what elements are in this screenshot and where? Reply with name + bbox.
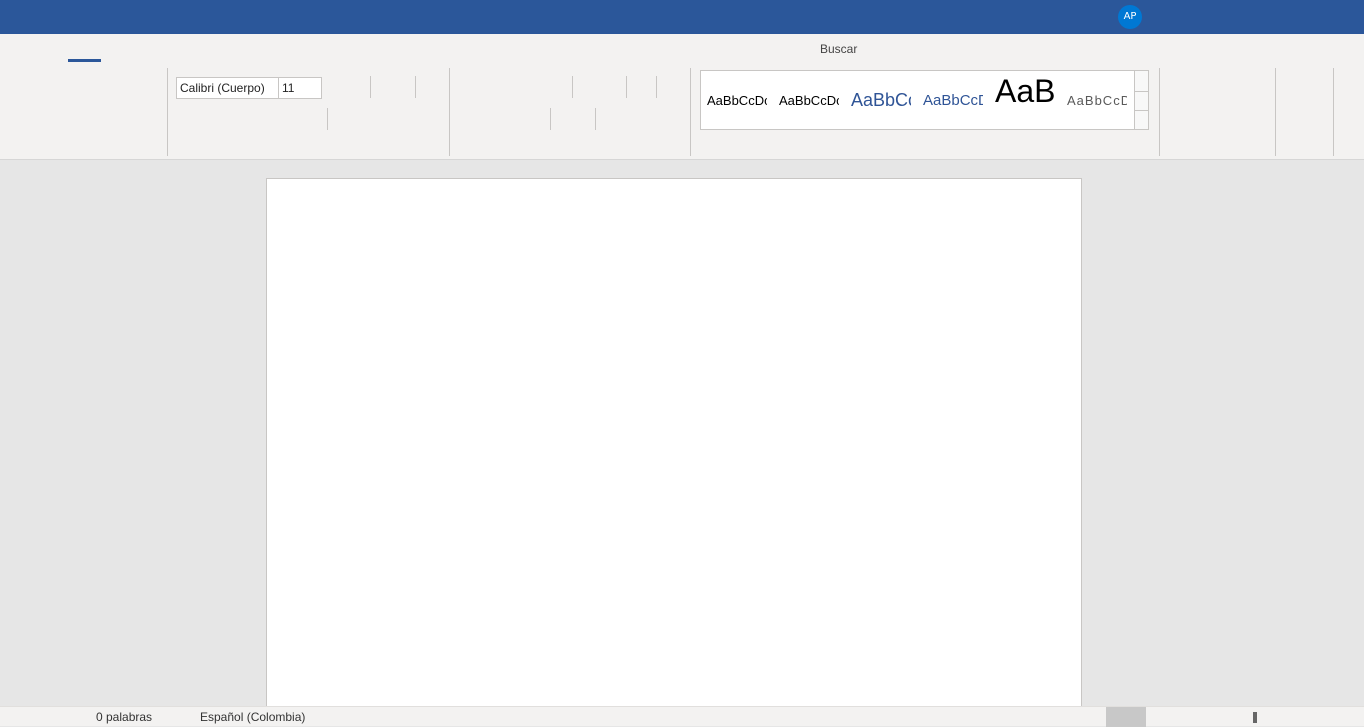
gallery-expand[interactable] bbox=[1134, 110, 1148, 129]
button-separator bbox=[626, 76, 627, 98]
button-separator bbox=[550, 108, 551, 130]
active-tab-indicator bbox=[68, 59, 101, 62]
style-normal[interactable]: AaBbCcDc bbox=[707, 71, 767, 129]
font-size-dropdown[interactable]: 11 bbox=[278, 77, 322, 99]
language-indicator[interactable]: Español (Colombia) bbox=[200, 710, 305, 724]
button-separator bbox=[595, 108, 596, 130]
button-separator bbox=[572, 76, 573, 98]
word-count[interactable]: 0 palabras bbox=[96, 710, 152, 724]
group-separator bbox=[449, 68, 450, 156]
group-separator bbox=[1159, 68, 1160, 156]
ribbon: Buscar Calibri (Cuerpo) 11 AaBbCcDc AaBb… bbox=[0, 34, 1364, 160]
style-subtitle[interactable]: AaBbCcD bbox=[1067, 71, 1127, 129]
button-separator bbox=[415, 76, 416, 98]
status-bar: 0 palabras Español (Colombia) bbox=[0, 706, 1364, 727]
title-bar: AP bbox=[0, 0, 1364, 34]
style-heading-2[interactable]: AaBbCcD bbox=[923, 71, 983, 129]
group-separator bbox=[167, 68, 168, 156]
document-page[interactable] bbox=[266, 178, 1082, 706]
group-separator bbox=[1275, 68, 1276, 156]
group-separator bbox=[1333, 68, 1334, 156]
button-separator bbox=[656, 76, 657, 98]
gallery-scroll-up[interactable] bbox=[1134, 71, 1148, 91]
group-separator bbox=[690, 68, 691, 156]
user-avatar[interactable]: AP bbox=[1118, 5, 1142, 29]
button-separator bbox=[327, 108, 328, 130]
styles-gallery: AaBbCcDc AaBbCcDc AaBbCc AaBbCcD AaB AaB… bbox=[700, 70, 1149, 130]
button-separator bbox=[370, 76, 371, 98]
search-box[interactable]: Buscar bbox=[820, 42, 857, 56]
font-name-dropdown[interactable]: Calibri (Cuerpo) bbox=[176, 77, 279, 99]
style-heading-1[interactable]: AaBbCc bbox=[851, 71, 911, 129]
gallery-scroll-down[interactable] bbox=[1134, 91, 1148, 110]
zoom-slider-thumb[interactable] bbox=[1253, 712, 1257, 723]
style-title[interactable]: AaB bbox=[995, 71, 1055, 129]
document-workspace bbox=[0, 160, 1364, 706]
style-no-spacing[interactable]: AaBbCcDc bbox=[779, 71, 839, 129]
view-mode-button[interactable] bbox=[1106, 707, 1146, 727]
